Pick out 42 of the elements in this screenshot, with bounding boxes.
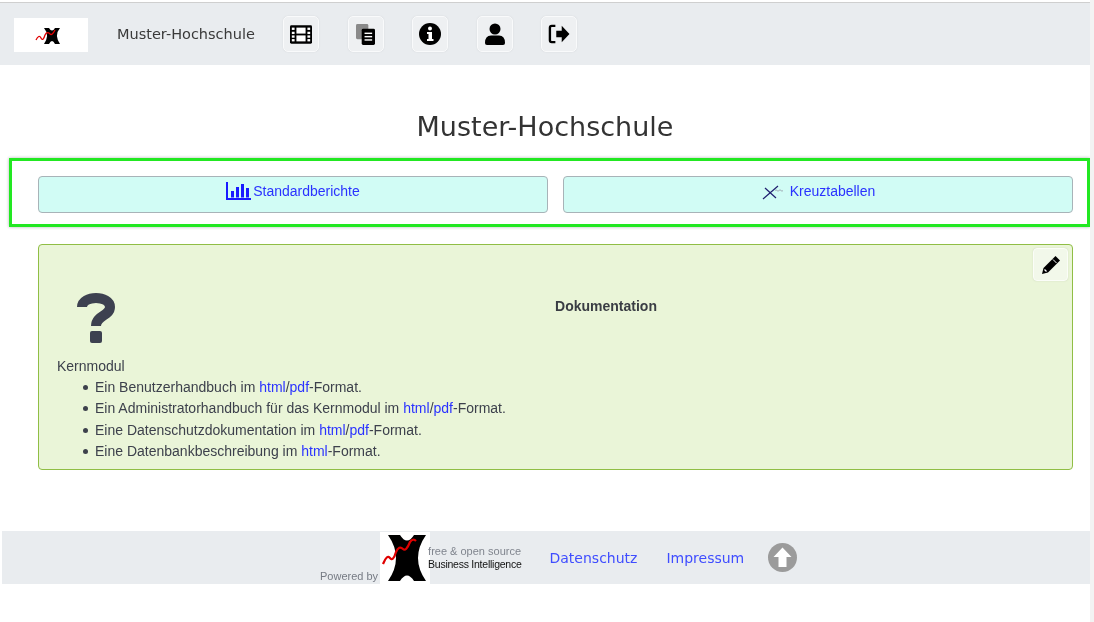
document-link[interactable]: pdf bbox=[349, 421, 369, 438]
user-icon bbox=[484, 23, 505, 45]
powered-by-text: Powered by bbox=[320, 569, 379, 584]
bar-chart-icon bbox=[226, 182, 252, 200]
document-link[interactable]: pdf bbox=[289, 379, 310, 395]
nav-button[interactable]: Standardberichte bbox=[38, 176, 548, 213]
list-item: Eine Datenbankbeschreibung im html-Format. bbox=[95, 441, 381, 461]
info-icon bbox=[419, 23, 442, 45]
user-button[interactable] bbox=[476, 16, 513, 52]
page-heading: Muster-Hochschule bbox=[415, 110, 675, 144]
edit-button[interactable] bbox=[1033, 248, 1068, 281]
module-label: Kernmodul bbox=[57, 357, 126, 376]
logo-icon[interactable] bbox=[14, 18, 88, 52]
info-button[interactable] bbox=[412, 16, 449, 52]
document-link[interactable]: pdf bbox=[433, 400, 453, 417]
list-item: Ein Benutzerhandbuch im html/pdf-Format. bbox=[95, 378, 362, 397]
documents-button[interactable] bbox=[347, 16, 384, 52]
film-icon bbox=[290, 24, 313, 44]
footer-link[interactable]: Datenschutz bbox=[549, 549, 638, 566]
section-heading: Dokumentation bbox=[554, 297, 658, 315]
site-title: Muster-Hochschule bbox=[117, 26, 255, 42]
nav-button[interactable]: Kreuztabellen bbox=[563, 176, 1073, 213]
logout-icon bbox=[548, 24, 571, 44]
bullet-icon bbox=[83, 406, 88, 412]
back-to-top-button[interactable] bbox=[768, 543, 798, 573]
documents-icon bbox=[356, 23, 376, 45]
document-link[interactable]: html bbox=[301, 442, 328, 459]
logout-button[interactable] bbox=[541, 16, 578, 52]
bullet-icon bbox=[83, 427, 88, 433]
question-mark-icon bbox=[77, 292, 115, 343]
footer-link[interactable]: Impressum bbox=[666, 549, 745, 566]
bullet-icon bbox=[83, 385, 88, 391]
document-link[interactable]: html bbox=[403, 400, 430, 417]
tagline-text: Business Intelligence bbox=[428, 557, 522, 571]
document-link[interactable]: html bbox=[319, 421, 346, 438]
bullet-icon bbox=[83, 449, 88, 455]
video-button[interactable] bbox=[283, 16, 320, 52]
list-item: Ein Administratorhandbuch für das Kernmodul im html/pdf-Format. bbox=[95, 399, 506, 419]
list-item: Eine Datenschutzdokumentation im html/pdf-Format. bbox=[95, 420, 422, 440]
pencil-icon bbox=[1040, 254, 1061, 275]
tagline-text: free & open source bbox=[428, 544, 522, 558]
document-link[interactable]: html bbox=[259, 379, 286, 395]
